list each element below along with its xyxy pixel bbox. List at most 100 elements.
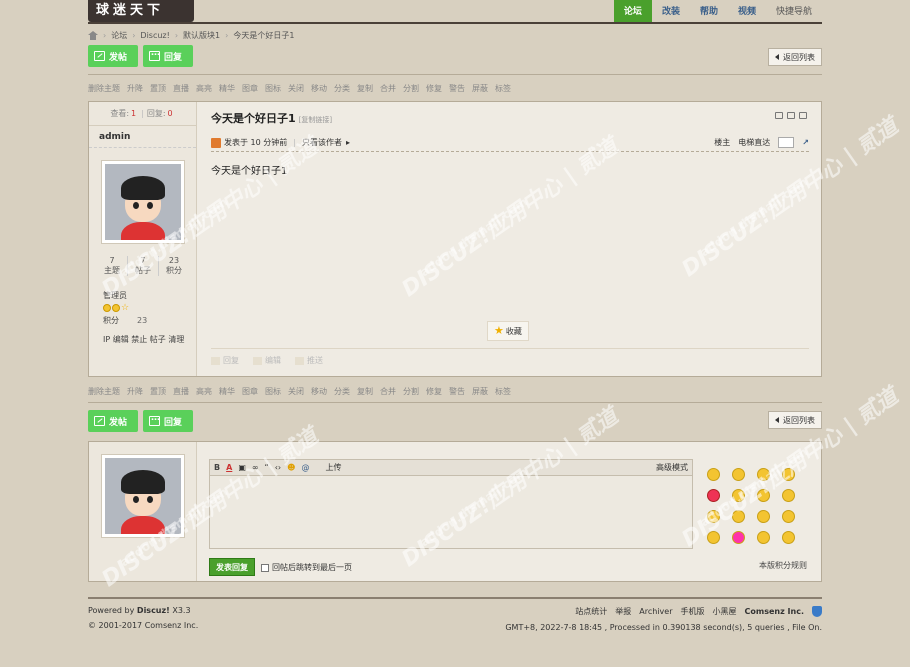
at-icon[interactable]: @	[301, 463, 309, 472]
copy-link[interactable]: [复制链接]	[299, 116, 332, 124]
breadcrumb-discuz[interactable]: Discuz!	[140, 31, 169, 40]
advanced-mode-link[interactable]: 高级模式	[656, 462, 688, 473]
mod-action[interactable]: 删除主题	[88, 83, 120, 94]
smiley-icon[interactable]	[707, 468, 720, 481]
mod-action[interactable]: 警告	[449, 386, 465, 397]
angry-smiley-icon[interactable]	[707, 489, 720, 502]
stat-posts[interactable]: 7 帖子	[128, 256, 159, 276]
mod-action[interactable]: 警告	[449, 83, 465, 94]
mod-action[interactable]: 关闭	[288, 83, 304, 94]
print-icon[interactable]	[775, 112, 783, 119]
mod-action[interactable]: 屏蔽	[472, 83, 488, 94]
reply-button[interactable]: 回复	[143, 45, 193, 67]
smiley-icon[interactable]	[707, 510, 720, 523]
reply-button[interactable]: 回复	[143, 410, 193, 432]
stat-credits[interactable]: 23 积分	[159, 256, 189, 276]
company-link[interactable]: Comsenz Inc.	[745, 607, 804, 616]
link-icon[interactable]: ∞	[252, 463, 259, 472]
mod-action[interactable]: 精华	[219, 386, 235, 397]
back-to-list-button[interactable]: 返回列表	[768, 48, 822, 66]
mod-action[interactable]: 移动	[311, 386, 327, 397]
prev-thread-icon[interactable]	[787, 112, 795, 119]
jump-last-page-checkbox[interactable]	[261, 563, 269, 572]
smiley-icon[interactable]	[757, 489, 770, 502]
mod-action[interactable]: 关闭	[288, 386, 304, 397]
nav-item-quick-nav[interactable]: 快捷导航	[766, 0, 822, 22]
mod-action[interactable]: 移动	[311, 83, 327, 94]
mod-action[interactable]: 高亮	[196, 83, 212, 94]
reply-textarea[interactable]	[210, 476, 692, 548]
home-icon[interactable]	[88, 30, 98, 40]
mod-action[interactable]: 标签	[495, 83, 511, 94]
back-to-list-button[interactable]: 返回列表	[768, 411, 822, 429]
smiley-icon[interactable]	[732, 489, 745, 502]
mod-action[interactable]: 升降	[127, 83, 143, 94]
nav-item-forum[interactable]: 论坛	[613, 0, 652, 22]
font-color-button[interactable]: A	[226, 463, 232, 472]
breadcrumb-thread[interactable]: 今天是个好日子1	[233, 30, 294, 41]
emoji-icon[interactable]: ☻	[287, 463, 295, 472]
mod-action[interactable]: 置顶	[150, 83, 166, 94]
smiley-icon[interactable]	[732, 531, 745, 544]
new-post-button[interactable]: 发帖	[88, 410, 138, 432]
mod-action[interactable]: 复制	[357, 83, 373, 94]
smiley-icon[interactable]	[757, 510, 770, 523]
upload-button[interactable]: 上传	[325, 462, 341, 473]
smiley-icon[interactable]	[757, 468, 770, 481]
smiley-icon[interactable]	[782, 468, 795, 481]
only-author-link[interactable]: 只看该作者	[302, 137, 342, 148]
push-action[interactable]: 推送	[295, 355, 323, 366]
mod-action[interactable]: 高亮	[196, 386, 212, 397]
breadcrumb-forum[interactable]: 论坛	[111, 30, 127, 41]
new-post-button[interactable]: 发帖	[88, 45, 138, 67]
footer-link-stats[interactable]: 站点统计	[575, 606, 607, 617]
avatar[interactable]	[101, 160, 185, 244]
mod-action[interactable]: 图章	[242, 386, 258, 397]
mod-action[interactable]: 分类	[334, 386, 350, 397]
smiley-icon[interactable]	[782, 531, 795, 544]
mod-action[interactable]: 分类	[334, 83, 350, 94]
smiley-icon[interactable]	[732, 468, 745, 481]
jump-last-page-option[interactable]: 回帖后跳转到最后一页	[261, 562, 352, 573]
mod-action[interactable]: 图标	[265, 83, 281, 94]
image-icon[interactable]: ▣	[238, 463, 246, 472]
smiley-icon[interactable]	[782, 510, 795, 523]
mod-action[interactable]: 删除主题	[88, 386, 120, 397]
mod-action[interactable]: 置顶	[150, 386, 166, 397]
quote-icon[interactable]: “	[265, 463, 269, 472]
mod-action[interactable]: 精华	[219, 83, 235, 94]
site-logo[interactable]: 球迷天下	[88, 0, 194, 22]
mod-action[interactable]: 修复	[426, 83, 442, 94]
nav-item-help[interactable]: 帮助	[690, 0, 728, 22]
bold-button[interactable]: B	[214, 463, 220, 472]
footer-link-blackroom[interactable]: 小黑屋	[713, 606, 737, 617]
code-icon[interactable]: ‹›	[275, 463, 281, 472]
nav-item-modify[interactable]: 改装	[652, 0, 690, 22]
mod-action[interactable]: 分割	[403, 83, 419, 94]
footer-link-archiver[interactable]: Archiver	[639, 607, 672, 616]
stat-threads[interactable]: 7 主题	[97, 256, 128, 276]
mod-action[interactable]: 分割	[403, 386, 419, 397]
submit-reply-button[interactable]: 发表回复	[209, 558, 255, 576]
mod-action[interactable]: 复制	[357, 386, 373, 397]
floor-jump-input[interactable]	[778, 137, 795, 148]
mod-action[interactable]: 合并	[380, 83, 396, 94]
mod-action[interactable]: 标签	[495, 386, 511, 397]
mod-action[interactable]: 升降	[127, 386, 143, 397]
mod-action[interactable]: 图章	[242, 83, 258, 94]
breadcrumb-board[interactable]: 默认版块1	[183, 30, 220, 41]
author-group[interactable]: 管理员	[103, 290, 184, 301]
shield-icon[interactable]	[812, 606, 822, 617]
reply-action[interactable]: 回复	[211, 355, 239, 366]
footer-link-report[interactable]: 举报	[615, 606, 631, 617]
smiley-icon[interactable]	[707, 531, 720, 544]
edit-action[interactable]: 编辑	[253, 355, 281, 366]
jump-icon[interactable]: ↗	[802, 138, 809, 147]
credit-rules-link[interactable]: 本版积分规则	[759, 560, 807, 571]
footer-link-mobile[interactable]: 手机版	[681, 606, 705, 617]
favorite-button[interactable]: ★ 收藏	[487, 321, 529, 341]
mod-action[interactable]: 直播	[173, 386, 189, 397]
author-name[interactable]: admin	[89, 126, 196, 148]
mod-action[interactable]: 合并	[380, 386, 396, 397]
smiley-icon[interactable]	[782, 489, 795, 502]
